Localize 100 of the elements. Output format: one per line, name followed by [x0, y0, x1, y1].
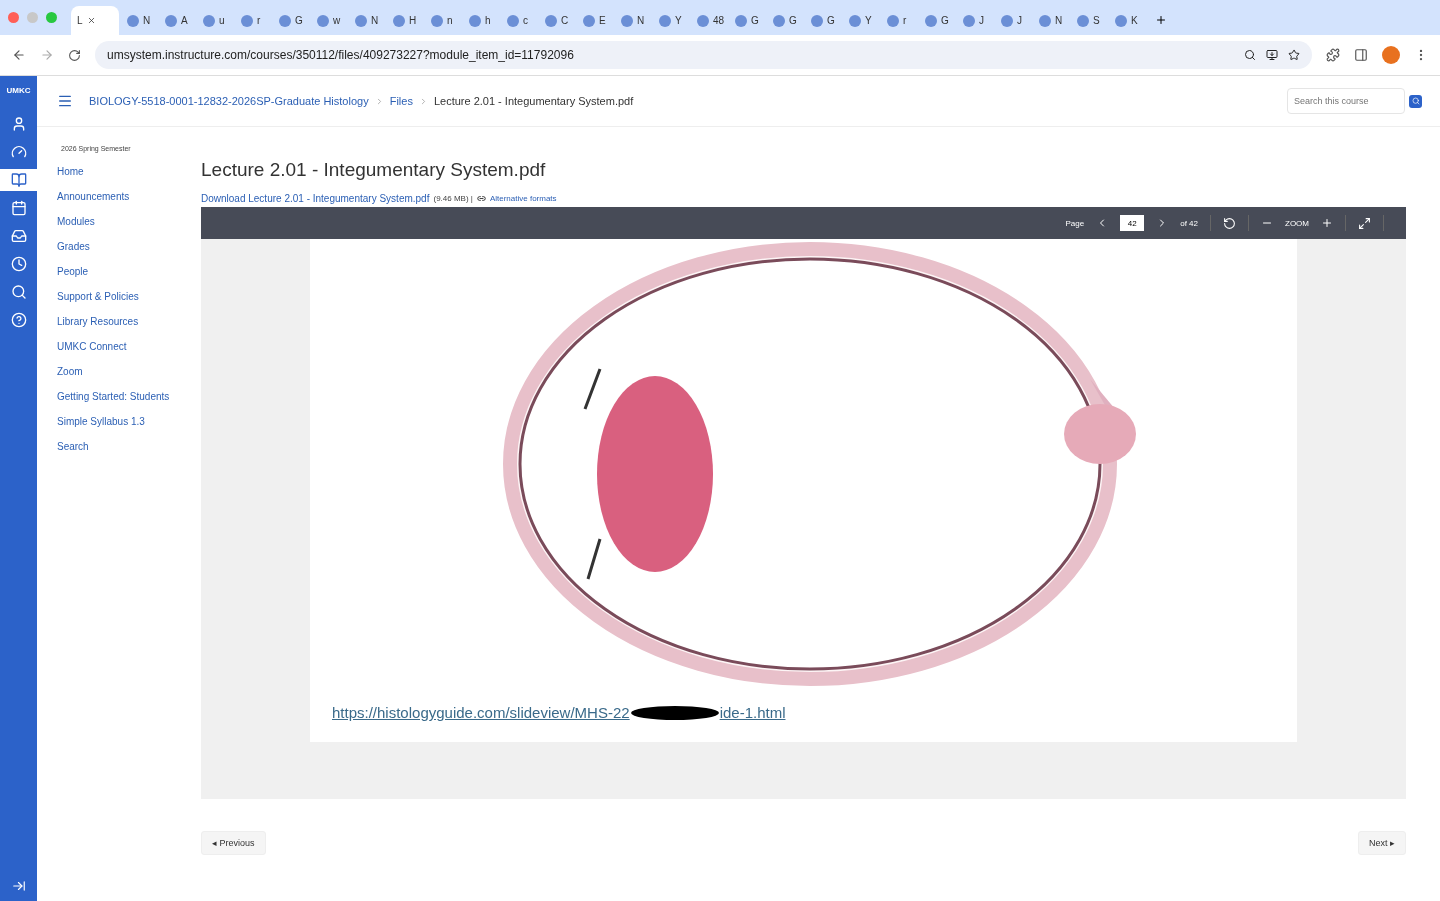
browser-tab[interactable]: G — [767, 6, 803, 35]
browser-tab[interactable]: n — [425, 6, 461, 35]
favicon-icon — [849, 14, 861, 27]
course-nav-link[interactable]: People — [57, 266, 201, 278]
previous-button[interactable]: ◂ Previous — [201, 831, 266, 855]
browser-tab[interactable]: J — [957, 6, 993, 35]
close-tab-icon[interactable] — [86, 16, 96, 25]
browser-tab[interactable]: w — [311, 6, 347, 35]
extensions-icon[interactable] — [1326, 48, 1340, 62]
browser-tab[interactable]: C — [539, 6, 575, 35]
install-icon[interactable] — [1266, 49, 1278, 61]
browser-tab[interactable]: u — [197, 6, 233, 35]
favicon-icon — [963, 14, 975, 27]
browser-tab[interactable]: N — [615, 6, 651, 35]
browser-tab[interactable]: G — [273, 6, 309, 35]
browser-tab[interactable]: A — [159, 6, 195, 35]
zoom-label: ZOOM — [1285, 218, 1309, 228]
course-nav-link[interactable]: Support & Policies — [57, 291, 201, 303]
favicon-icon — [127, 14, 139, 27]
bookmark-star-icon[interactable] — [1288, 49, 1300, 61]
favicon-icon — [621, 14, 633, 27]
menu-icon[interactable] — [57, 93, 73, 109]
download-link[interactable]: Download Lecture 2.01 - Integumentary System.pdf — [201, 193, 430, 204]
browser-tab[interactable]: 48 — [691, 6, 727, 35]
favicon-icon — [431, 14, 443, 27]
favicon-icon — [773, 14, 785, 27]
browser-tab[interactable]: Y — [843, 6, 879, 35]
file-size: (9.46 MB) | — [433, 194, 473, 203]
slide-link[interactable]: https://histologyguide.com/slideview/MHS-22 — [332, 704, 630, 721]
browser-tab[interactable]: G — [805, 6, 841, 35]
course-nav-link[interactable]: Library Resources — [57, 316, 201, 328]
zoom-in-icon[interactable] — [1321, 217, 1333, 229]
address-bar[interactable]: umsystem.instructure.com/courses/350112/files/409273227?module_item_id=11792096 — [95, 41, 1312, 69]
favicon-icon — [203, 14, 215, 27]
breadcrumb-link[interactable]: BIOLOGY-5518-0001-12832-2026SP-Graduate Histology — [89, 95, 369, 107]
back-icon[interactable] — [12, 48, 26, 62]
favicon-icon — [507, 14, 519, 27]
browser-tab[interactable]: N — [121, 6, 157, 35]
browser-tab[interactable]: J — [995, 6, 1031, 35]
side-panel-icon[interactable] — [1354, 48, 1368, 62]
course-nav-link[interactable]: Home — [57, 166, 201, 178]
browser-tab[interactable]: h — [463, 6, 499, 35]
favicon-icon — [925, 14, 937, 27]
logo[interactable]: UMKC — [6, 86, 31, 95]
course-nav-link[interactable]: Modules — [57, 216, 201, 228]
next-button[interactable]: Next ▸ — [1358, 831, 1406, 855]
alternative-formats-link[interactable]: Alternative formats — [489, 194, 557, 203]
course-nav-link[interactable]: Grades — [57, 241, 201, 253]
browser-tab[interactable]: S — [1071, 6, 1107, 35]
course-nav-link[interactable]: Zoom — [57, 366, 201, 378]
breadcrumb-link[interactable]: Files — [389, 95, 413, 107]
favicon-icon — [317, 14, 329, 27]
browser-tab[interactable]: G — [919, 6, 955, 35]
favicon-icon — [697, 14, 709, 27]
browser-tab[interactable]: K — [1109, 6, 1145, 35]
favicon-icon — [545, 14, 557, 27]
course-nav-link[interactable]: UMKC Connect — [57, 341, 201, 353]
favicon-icon — [469, 14, 481, 27]
browser-tab[interactable]: r — [235, 6, 271, 35]
browser-tab[interactable]: r — [881, 6, 917, 35]
favicon-icon — [735, 14, 747, 27]
browser-tab[interactable]: G — [729, 6, 765, 35]
browser-tab[interactable]: N — [349, 6, 385, 35]
favicon-icon — [887, 14, 899, 27]
slide-link[interactable]: ide-1.html — [719, 704, 786, 721]
favicon-icon — [241, 14, 253, 27]
favicon-icon — [393, 14, 405, 27]
courses-nav-icon[interactable] — [0, 169, 37, 191]
breadcrumb-link[interactable]: Lecture 2.01 - Integumentary System.pdf — [433, 95, 634, 107]
new-tab-icon[interactable] — [1155, 14, 1167, 26]
collapse-icon[interactable] — [11, 879, 26, 893]
search-icon[interactable] — [1244, 49, 1256, 61]
favicon-icon — [1077, 14, 1089, 27]
browser-tab[interactable]: L — [71, 6, 119, 35]
favicon-icon — [1039, 14, 1051, 27]
page-count: of 42 — [1180, 218, 1198, 228]
favicon-icon — [1001, 14, 1013, 27]
reload-icon[interactable] — [68, 48, 81, 62]
browser-tab[interactable]: c — [501, 6, 537, 35]
favicon-icon — [279, 14, 291, 27]
course-nav-link[interactable]: Search — [57, 441, 201, 453]
search-field[interactable]: Search this course — [1287, 88, 1405, 114]
file-title: Lecture 2.01 - Integumentary System.pdf — [201, 159, 547, 181]
link-icon — [476, 194, 486, 203]
page-number-field[interactable]: 42 — [1120, 215, 1145, 231]
rotate-icon[interactable] — [1223, 216, 1236, 230]
browser-tab[interactable]: H — [387, 6, 423, 35]
favicon-icon — [1115, 14, 1127, 27]
profile-avatar[interactable] — [1382, 46, 1400, 64]
browser-tab[interactable]: N — [1033, 6, 1069, 35]
browser-tab[interactable]: E — [577, 6, 613, 35]
course-nav-link[interactable]: Announcements — [57, 191, 201, 203]
browser-tab[interactable]: Y — [653, 6, 689, 35]
page-label: Page — [1065, 218, 1085, 228]
course-nav-link[interactable]: Getting Started: Students — [57, 391, 201, 403]
fullscreen-icon[interactable] — [1358, 216, 1371, 230]
course-nav-link[interactable]: Simple Syllabus 1.3 — [57, 416, 201, 428]
search-icon[interactable] — [1409, 94, 1422, 108]
favicon-icon — [811, 14, 823, 27]
favicon-icon — [659, 14, 671, 27]
